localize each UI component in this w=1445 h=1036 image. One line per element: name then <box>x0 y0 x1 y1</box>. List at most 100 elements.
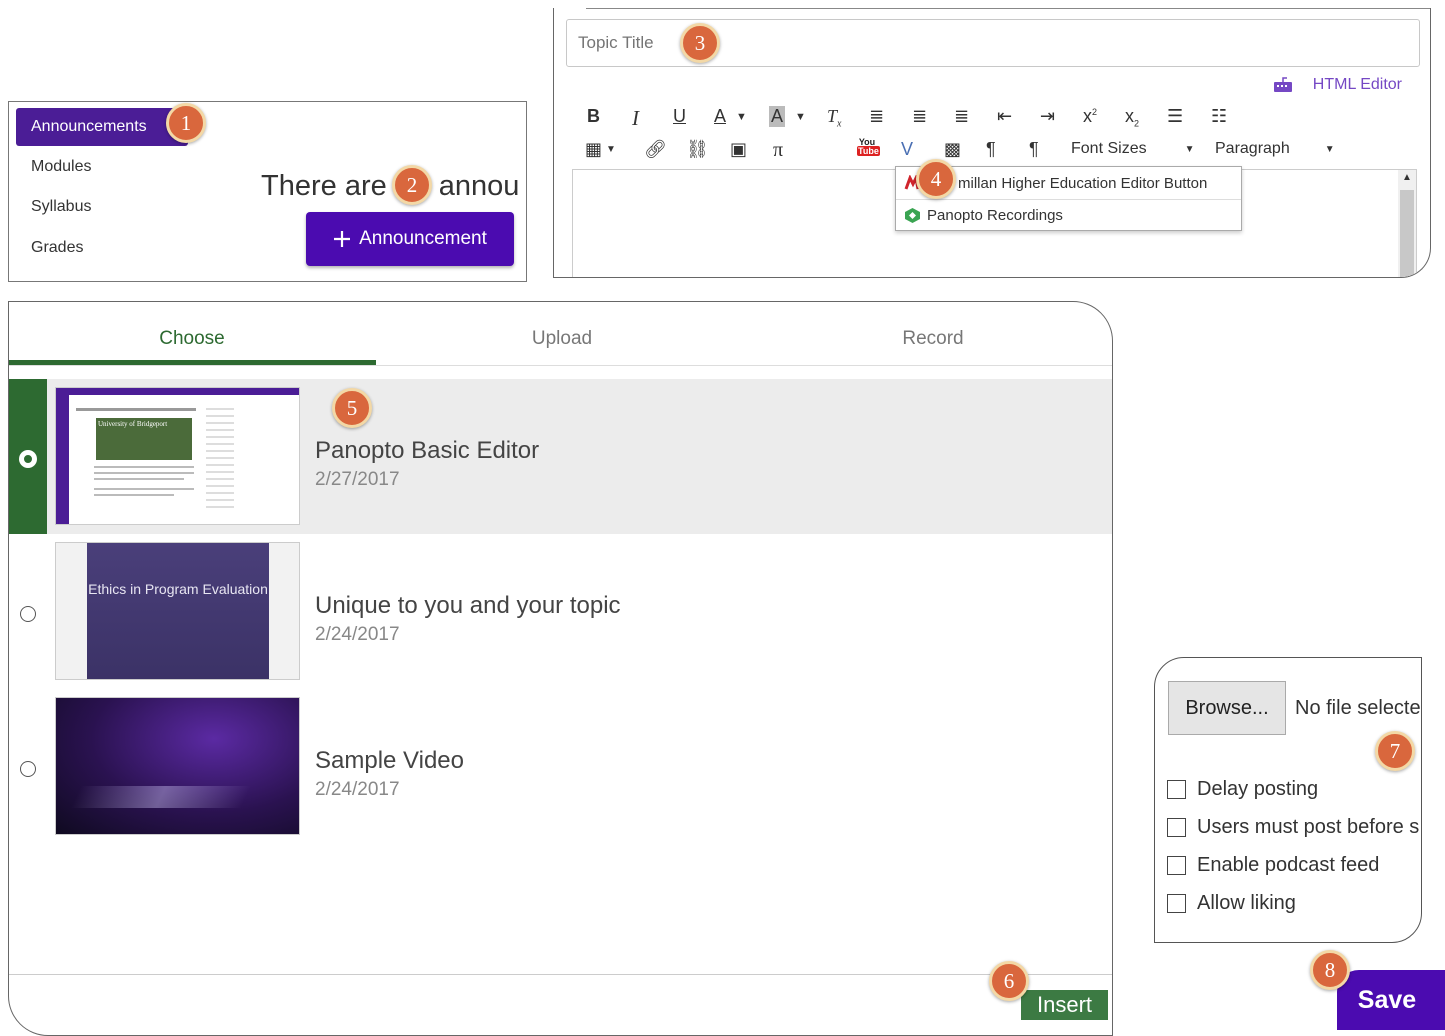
insert-button[interactable]: Insert <box>1021 990 1108 1020</box>
paragraph-select[interactable]: Paragraph ▼ <box>1215 140 1335 158</box>
video-radio[interactable] <box>20 451 36 467</box>
indent-button[interactable]: ⇥ <box>1040 106 1055 127</box>
image-icon: ▣ <box>730 139 748 159</box>
video-title: Unique to you and your topic <box>315 592 621 619</box>
italic-icon: I <box>632 106 639 130</box>
scroll-thumb[interactable] <box>1400 190 1414 277</box>
chevron-up-icon: ▲ <box>1402 172 1412 183</box>
superscript-button[interactable]: x2 <box>1083 106 1097 127</box>
underline-button[interactable]: U <box>673 106 686 127</box>
video-title: Panopto Basic Editor <box>315 437 540 464</box>
callout-badge-3: 3 <box>680 23 720 63</box>
chevron-down-icon: ▼ <box>1184 143 1195 155</box>
image-button[interactable]: ▣ <box>730 139 747 160</box>
post-before-seeing-option[interactable]: Users must post before s <box>1167 816 1419 839</box>
callout-badge-5: 5 <box>332 388 372 428</box>
align-center-button[interactable]: ≣ <box>912 106 927 127</box>
thumb-caption: Ethics in Program Evaluation <box>88 581 268 597</box>
nav-item-modules[interactable]: Modules <box>31 158 91 176</box>
youtube-label-bottom: Tube <box>857 146 880 156</box>
callout-badge-2: 2 <box>392 165 432 205</box>
podcast-feed-option[interactable]: Enable podcast feed <box>1167 854 1379 877</box>
unlink-button[interactable]: ⛓︎ <box>686 139 709 160</box>
media-icon: ▩ <box>944 139 962 159</box>
chevron-down-icon: ▼ <box>795 110 806 123</box>
chevron-down-icon: ▼ <box>1324 143 1335 155</box>
chevron-down-icon: V <box>901 139 914 159</box>
browse-button[interactable]: Browse... <box>1168 681 1286 735</box>
paragraph-label: Paragraph <box>1215 140 1290 157</box>
video-thumbnail <box>55 697 300 835</box>
link-button[interactable]: 🔗︎ <box>644 139 667 160</box>
delay-posting-option[interactable]: Delay posting <box>1167 778 1318 801</box>
panopto-chooser-panel: Choose Upload Record University of Bridg… <box>8 301 1113 1036</box>
pi-icon: π <box>773 139 784 161</box>
outdent-icon: ⇤ <box>997 106 1013 126</box>
equation-button[interactable]: π <box>773 139 783 162</box>
html-editor-link[interactable]: HTML Editor <box>1273 76 1402 94</box>
menu-item-panopto-recordings[interactable]: Panopto Recordings <box>896 199 1241 231</box>
ltr-button[interactable]: ¶ <box>986 139 996 160</box>
option-label: Enable podcast feed <box>1197 854 1380 876</box>
video-date: 2/24/2017 <box>315 624 400 645</box>
unlink-icon: ⛓︎ <box>686 139 709 159</box>
superscript-icon: x2 <box>1083 106 1098 126</box>
tools-dropdown-button[interactable]: V <box>901 139 913 160</box>
text-color-button[interactable]: A ▼ <box>714 106 747 127</box>
video-row[interactable]: Ethics in Program Evaluation Unique to y… <box>9 534 1112 689</box>
rtl-button[interactable]: ¶ <box>1029 139 1039 160</box>
checkbox[interactable] <box>1167 818 1186 837</box>
background-color-button[interactable]: A ▼ <box>769 106 806 127</box>
option-label: Delay posting <box>1197 778 1319 800</box>
clear-formatting-icon: Tx <box>827 106 842 130</box>
bullet-list-icon: ☰ <box>1167 106 1184 126</box>
italic-button[interactable]: I <box>632 106 639 131</box>
font-sizes-select[interactable]: Font Sizes ▼ <box>1071 140 1195 158</box>
table-icon: ▦ <box>585 139 603 159</box>
checkbox[interactable] <box>1167 780 1186 799</box>
tab-upload[interactable]: Upload <box>379 328 745 350</box>
nav-item-grades[interactable]: Grades <box>31 239 83 257</box>
nav-item-syllabus[interactable]: Syllabus <box>31 198 91 216</box>
checkbox[interactable] <box>1167 894 1186 913</box>
align-left-button[interactable]: ≣ <box>869 106 884 127</box>
youtube-icon: You Tube <box>857 138 880 156</box>
outdent-button[interactable]: ⇤ <box>997 106 1012 127</box>
callout-badge-8: 8 <box>1310 950 1350 990</box>
tab-choose[interactable]: Choose <box>9 328 375 350</box>
divider <box>586 8 1430 9</box>
course-nav-panel: Announcements Modules Syllabus Grades Th… <box>8 101 527 282</box>
option-label: Users must post before s <box>1197 816 1420 838</box>
media-button[interactable]: ▩ <box>944 139 961 160</box>
subscript-button[interactable]: x2 <box>1125 106 1139 129</box>
bullet-list-button[interactable]: ☰ <box>1167 106 1183 127</box>
nav-item-announcements[interactable]: Announcements <box>16 108 188 146</box>
align-right-button[interactable]: ≣ <box>954 106 969 127</box>
add-announcement-button[interactable]: Announcement <box>306 212 514 266</box>
video-radio[interactable] <box>20 606 36 622</box>
message-text: There are <box>261 170 387 202</box>
video-row[interactable]: University of Bridgeport Panopto Basic E… <box>9 379 1112 534</box>
save-button[interactable]: Save <box>1337 970 1445 1030</box>
video-radio[interactable] <box>20 761 36 777</box>
no-announcements-message: There are annou <box>261 170 519 203</box>
menu-item-label: Panopto Recordings <box>927 207 1063 224</box>
checkbox[interactable] <box>1167 856 1186 875</box>
clear-formatting-button[interactable]: Tx <box>827 106 841 130</box>
indent-icon: ⇥ <box>1040 106 1056 126</box>
numbered-list-button[interactable]: ☷ <box>1211 106 1227 127</box>
active-tab-indicator <box>9 360 376 365</box>
font-sizes-label: Font Sizes <box>1071 140 1147 157</box>
tab-record[interactable]: Record <box>750 328 1112 350</box>
table-button[interactable]: ▦ ▼ <box>585 139 616 160</box>
file-status: No file selecte <box>1295 697 1421 719</box>
divider <box>9 974 1112 975</box>
youtube-button[interactable]: You Tube <box>857 138 880 156</box>
paragraph-rtl-icon: ¶ <box>1029 139 1039 159</box>
bold-button[interactable]: B <box>587 106 600 127</box>
editor-scrollbar[interactable]: ▲ <box>1398 170 1416 277</box>
video-row[interactable]: Sample Video 2/24/2017 <box>9 689 1112 844</box>
text-color-icon: A <box>714 106 727 126</box>
allow-liking-option[interactable]: Allow liking <box>1167 892 1296 915</box>
panopto-icon <box>905 208 920 223</box>
